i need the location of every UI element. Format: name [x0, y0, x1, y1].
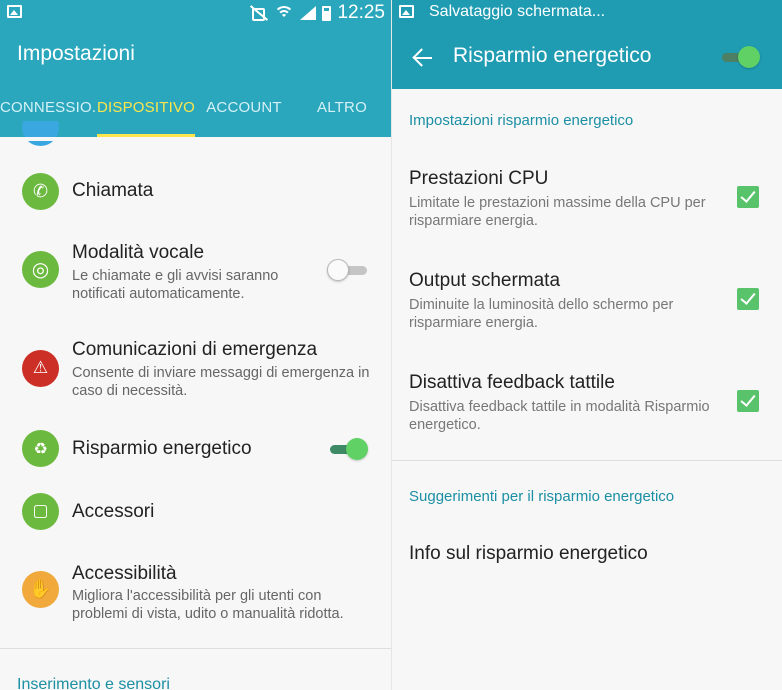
battery-recycle-icon: ♻: [22, 430, 59, 467]
power-saving-pane: Salvataggio schermata... Risparmio energ…: [391, 0, 782, 690]
option-output-schermata[interactable]: Output schermata Diminuite la luminosità…: [392, 262, 782, 342]
info-risparmio-item[interactable]: Info sul risparmio energetico: [392, 530, 782, 580]
steering-wheel-icon: ◎: [22, 251, 59, 288]
page-title: Impostazioni: [17, 42, 135, 65]
cpu-checkbox[interactable]: [737, 186, 759, 208]
battery-icon: [322, 5, 332, 21]
list-item-modalita-vocale[interactable]: ◎ Modalità vocale Le chiamate e gli avvi…: [0, 238, 391, 308]
divider-right: [392, 460, 782, 461]
haptic-feedback-checkbox[interactable]: [737, 390, 759, 412]
screen-output-checkbox[interactable]: [737, 288, 759, 310]
tab-dispositivo[interactable]: DISPOSITIVO: [97, 85, 195, 137]
option-prestazioni-cpu[interactable]: Prestazioni CPU Limitate le prestazioni …: [392, 160, 782, 240]
modalita-vocale-toggle[interactable]: [327, 258, 369, 282]
divider: [0, 648, 391, 649]
hand-icon: ✋: [22, 571, 59, 608]
tab-account[interactable]: ACCOUNT: [195, 85, 293, 137]
section-header-impostazioni: Impostazioni risparmio energetico: [409, 112, 634, 129]
master-power-saving-toggle[interactable]: [718, 45, 760, 69]
list-item-accessibilita[interactable]: ✋ Accessibilità Migliora l'accessibilità…: [0, 562, 391, 632]
list-item-accessori[interactable]: ▢ Accessori: [0, 492, 391, 534]
settings-pane: 12:25 Impostazioni CONNESSIO.. DISPOSITI…: [0, 0, 391, 690]
wifi-icon: [274, 5, 295, 21]
emergency-alert-icon: ⚠: [22, 350, 59, 387]
option-feedback-tattile[interactable]: Disattiva feedback tattile Disattiva fee…: [392, 364, 782, 444]
signal-icon: [300, 6, 317, 20]
partial-item-icon: [22, 121, 59, 147]
section-header-inserimento: Inserimento e sensori: [17, 676, 170, 690]
app-bar-right: Risparmio energetico: [392, 25, 782, 89]
back-arrow-icon[interactable]: [412, 47, 434, 69]
list-item-emergenza[interactable]: ⚠ Comunicazioni di emergenza Consente di…: [0, 337, 391, 407]
status-bar: 12:25: [0, 0, 391, 25]
section-header-suggerimenti: Suggerimenti per il risparmio energetico: [409, 488, 675, 505]
accessory-icon: ▢: [22, 493, 59, 530]
tab-altro[interactable]: ALTRO: [293, 85, 391, 137]
risparmio-energetico-toggle[interactable]: [326, 437, 368, 461]
page-title-right: Risparmio energetico: [453, 44, 652, 67]
screenshot-notification-icon: [7, 5, 22, 18]
status-bar-right: Salvataggio schermata...: [392, 0, 782, 25]
clock: 12:25: [337, 2, 385, 23]
list-item-chiamata[interactable]: ✆ Chiamata: [0, 171, 391, 213]
screenshot-notification-icon: [399, 5, 414, 18]
status-icons: 12:25: [248, 2, 385, 24]
phone-icon: ✆: [22, 173, 59, 210]
mute-icon: [248, 5, 268, 21]
list-item-risparmio-energetico[interactable]: ♻ Risparmio energetico: [0, 428, 391, 470]
notification-text: Salvataggio schermata...: [429, 3, 606, 20]
